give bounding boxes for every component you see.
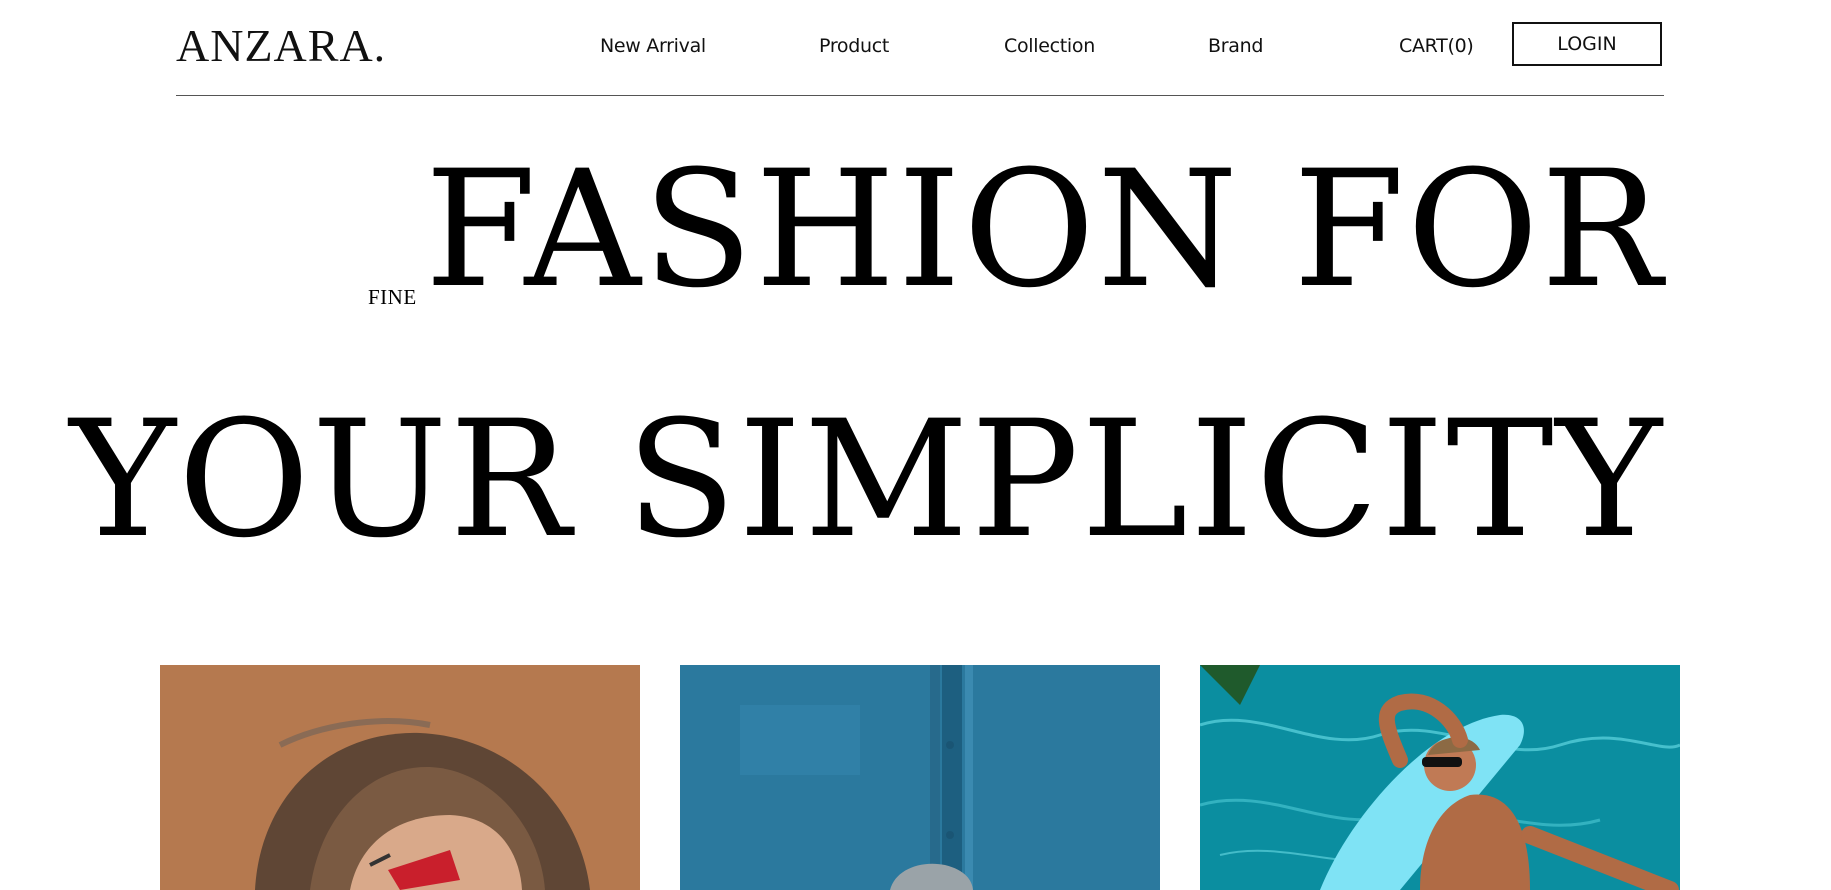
nav-brand[interactable]: Brand xyxy=(1208,34,1263,58)
nav-new-arrival[interactable]: New Arrival xyxy=(600,34,706,58)
gallery-image-blue-wall[interactable] xyxy=(680,665,1160,890)
nav-product[interactable]: Product xyxy=(819,34,889,58)
blue-wall-photo xyxy=(680,665,1160,890)
hero-headline-line-2: YOUR SIMPLICITY xyxy=(69,386,1664,573)
nav-collection[interactable]: Collection xyxy=(1004,34,1095,58)
header-divider xyxy=(176,95,1664,96)
man-pool-float-photo xyxy=(1200,665,1680,890)
gallery-image-pool[interactable] xyxy=(1200,665,1680,890)
brand-logo[interactable]: ANZARA. xyxy=(176,20,386,72)
hero-eyebrow: FINE xyxy=(368,285,417,309)
cart-link[interactable]: CART(0) xyxy=(1399,34,1474,58)
gallery-image-woman-sunglasses[interactable] xyxy=(160,665,640,890)
woman-red-sunglasses-photo xyxy=(160,665,640,890)
hero-headline-line-1: FASHION FOR xyxy=(424,136,1664,323)
login-button[interactable]: LOGIN xyxy=(1512,22,1662,66)
